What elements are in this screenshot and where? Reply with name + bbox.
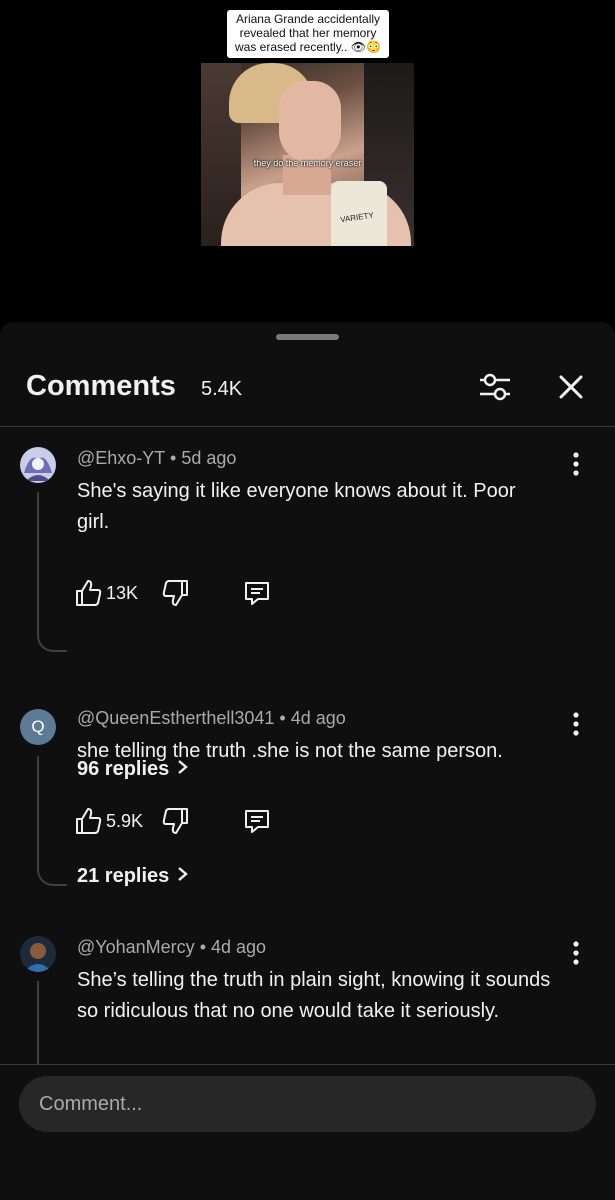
more-vertical-icon xyxy=(573,941,579,965)
comment-text: she telling the truth .she is not the sa… xyxy=(77,740,503,762)
replies-count: 21 replies xyxy=(77,865,170,887)
comment-author[interactable]: @YohanMercy xyxy=(77,937,195,957)
video-player[interactable]: Ariana Grande accidentally revealed that… xyxy=(0,0,615,322)
drag-handle[interactable] xyxy=(276,334,339,340)
close-button[interactable] xyxy=(554,370,588,404)
thread-line xyxy=(37,492,67,652)
like-count: 13K xyxy=(106,583,139,603)
comment-text: She's saying it like everyone knows abou… xyxy=(77,480,516,533)
thumbs-down-icon xyxy=(162,580,188,606)
avatar-image xyxy=(20,936,56,972)
video-caption: Ariana Grande accidentally revealed that… xyxy=(227,10,389,58)
more-options-button[interactable] xyxy=(566,450,586,478)
thumbs-down-icon xyxy=(162,808,188,834)
comments-sheet: Comments 5.4K @Ehxo-YT • 5d ago She's sa… xyxy=(0,322,615,1200)
avatar[interactable] xyxy=(20,936,56,972)
comment-actions: 5.9K xyxy=(74,806,284,838)
filter-button[interactable] xyxy=(476,370,514,404)
thumbs-up-icon xyxy=(76,580,102,606)
comments-count: 5.4K xyxy=(201,378,243,400)
comment-author[interactable]: @QueenEstherthell3041 xyxy=(77,708,274,728)
video-subtitle: they do the memory eraser xyxy=(253,158,362,168)
thumbs-up-icon xyxy=(76,808,102,834)
comment-meta: @Ehxo-YT • 5d ago xyxy=(77,448,237,468)
avatar-letter: Q xyxy=(31,717,45,736)
comment-time: 4d ago xyxy=(290,708,346,728)
comment-meta: @QueenEstherthell3041 • 4d ago xyxy=(77,708,346,728)
comments-title: Comments xyxy=(26,370,176,402)
comment-input[interactable] xyxy=(19,1076,596,1132)
comment-meta: @YohanMercy • 4d ago xyxy=(77,937,267,957)
comment-author[interactable]: @Ehxo-YT xyxy=(77,448,165,468)
more-vertical-icon xyxy=(573,452,579,476)
chevron-right-icon xyxy=(175,865,189,888)
more-options-button[interactable] xyxy=(566,710,586,738)
input-divider xyxy=(0,1064,615,1065)
dislike-button[interactable] xyxy=(162,806,192,838)
avatar-image xyxy=(20,447,56,483)
thread-line xyxy=(37,756,67,886)
thread-line xyxy=(37,981,67,1065)
reply-comment-icon xyxy=(245,582,269,605)
sliders-icon xyxy=(480,373,510,401)
header-divider xyxy=(0,426,615,427)
more-vertical-icon xyxy=(573,712,579,736)
dislike-button[interactable] xyxy=(162,578,192,610)
video-frame[interactable]: VARIETY they do the memory eraser xyxy=(201,63,414,246)
comment-time: 5d ago xyxy=(181,448,237,468)
more-options-button[interactable] xyxy=(566,939,586,967)
avatar[interactable] xyxy=(20,447,56,483)
avatar[interactable]: Q xyxy=(20,709,56,745)
reply-comment-icon xyxy=(245,810,269,833)
view-replies-link[interactable]: 21 replies xyxy=(77,865,189,888)
like-button[interactable]: 5.9K xyxy=(74,806,144,838)
comment-actions: 13K xyxy=(74,578,284,610)
reply-button[interactable] xyxy=(242,578,272,610)
comment-time: 4d ago xyxy=(211,937,267,957)
like-button[interactable]: 13K xyxy=(74,578,144,610)
comment-text: She’s telling the truth in plain sight, … xyxy=(77,969,551,1022)
reply-button[interactable] xyxy=(242,806,272,838)
like-count: 5.9K xyxy=(106,811,144,831)
close-icon xyxy=(559,375,583,399)
video-person-face xyxy=(279,81,341,163)
